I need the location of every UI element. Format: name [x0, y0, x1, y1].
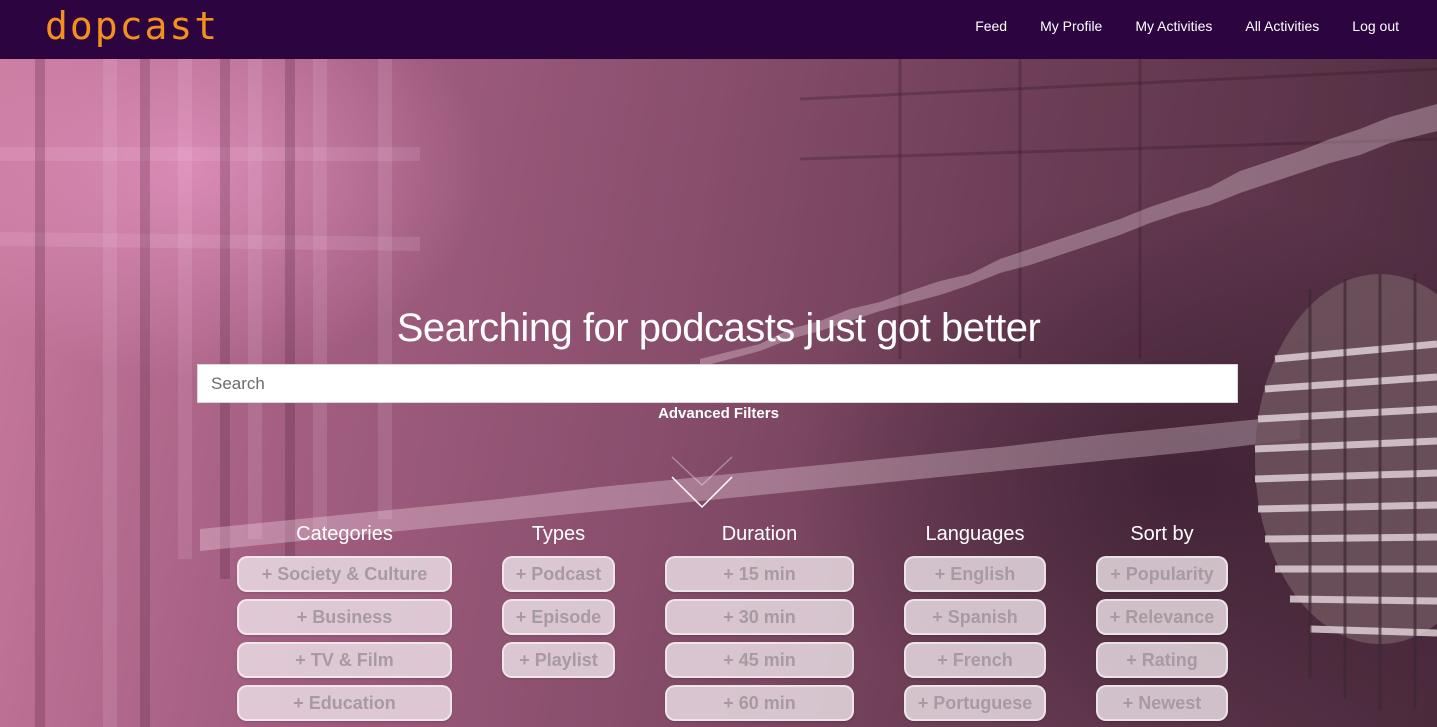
chip-label: Business — [312, 606, 393, 627]
nav-feed-link[interactable]: Feed — [975, 18, 1007, 34]
plus-icon: + — [515, 606, 527, 627]
chip-label: Portuguese — [933, 692, 1033, 713]
languages-filter-group: Languages + English + Spanish + French + Por… — [904, 523, 1046, 727]
plus-icon: + — [261, 563, 273, 584]
plus-icon: + — [917, 692, 929, 713]
chip-label: Episode — [531, 606, 602, 627]
categories-title: Categories — [296, 523, 393, 545]
chip-label: 30 min — [738, 606, 796, 627]
chip-label: French — [952, 649, 1013, 670]
language-chip-spanish[interactable]: + Spanish — [904, 599, 1046, 635]
sort-by-filter-group: Sort by + Popularity + Relevance + Rating +… — [1096, 523, 1228, 727]
sort-chip-newest[interactable]: + Newest — [1096, 685, 1228, 721]
chip-label: Playlist — [534, 649, 598, 670]
nav-log-out-link[interactable]: Log out — [1352, 18, 1399, 34]
chip-label: 60 min — [738, 692, 796, 713]
nav-all-activities-link[interactable]: All Activities — [1245, 18, 1319, 34]
plus-icon: + — [519, 649, 530, 670]
chip-label: Rating — [1141, 649, 1198, 670]
hero-headline: Searching for podcasts just got better — [396, 306, 1041, 350]
plus-icon: + — [296, 606, 308, 627]
chip-label: TV & Film — [310, 649, 394, 670]
nav-my-activities-link[interactable]: My Activities — [1135, 18, 1212, 34]
chip-label: Relevance — [1125, 606, 1215, 627]
plus-icon: + — [723, 606, 734, 627]
main-nav: Feed My Profile My Activities All Activi… — [942, 0, 1399, 52]
duration-filter-group: Duration +15 min +30 min +45 min +60 min — [665, 523, 854, 727]
plus-icon: + — [293, 692, 304, 713]
chip-label: 15 min — [738, 563, 796, 584]
chevron-down-icon[interactable] — [670, 455, 734, 511]
hero-section: Searching for podcasts just got better A… — [0, 59, 1437, 727]
duration-chip-60-min[interactable]: +60 min — [665, 685, 854, 721]
duration-chip-30-min[interactable]: +30 min — [665, 599, 854, 635]
sort-by-title: Sort by — [1130, 523, 1194, 545]
category-chip-society-culture[interactable]: + Society & Culture — [237, 556, 452, 592]
language-chip-english[interactable]: + English — [904, 556, 1046, 592]
type-chip-playlist[interactable]: + Playlist — [502, 642, 615, 678]
advanced-filters-toggle[interactable]: Advanced Filters — [0, 405, 1437, 422]
plus-icon: + — [515, 563, 527, 584]
languages-title: Languages — [925, 523, 1025, 545]
chip-label: Podcast — [531, 563, 602, 584]
plus-icon: + — [932, 606, 943, 627]
type-chip-podcast[interactable]: + Podcast — [502, 556, 615, 592]
dopcast-logo[interactable]: dopcast — [45, 4, 219, 48]
chip-label: 45 min — [738, 649, 796, 670]
nav-my-profile-link[interactable]: My Profile — [1040, 18, 1102, 34]
chip-label: English — [950, 563, 1016, 584]
sort-chip-rating[interactable]: + Rating — [1096, 642, 1228, 678]
chip-label: Society & Culture — [277, 563, 428, 584]
plus-icon: + — [723, 563, 734, 584]
plus-icon: + — [1122, 692, 1134, 713]
chip-label: Newest — [1138, 692, 1202, 713]
duration-chip-45-min[interactable]: +45 min — [665, 642, 854, 678]
plus-icon: + — [937, 649, 948, 670]
duration-chip-15-min[interactable]: +15 min — [665, 556, 854, 592]
plus-icon: + — [1126, 649, 1137, 670]
sort-chip-popularity[interactable]: + Popularity — [1096, 556, 1228, 592]
sort-chip-relevance[interactable]: + Relevance — [1096, 599, 1228, 635]
plus-icon: + — [1109, 606, 1121, 627]
plus-icon: + — [934, 563, 946, 584]
plus-icon: + — [295, 649, 306, 670]
types-title: Types — [531, 523, 586, 545]
top-navbar: dopcast Feed My Profile My Activities Al… — [0, 0, 1437, 59]
categories-filter-group: Categories + Society & Culture + Business … — [237, 523, 452, 727]
types-filter-group: Types + Podcast + Episode + Playlist — [502, 523, 615, 685]
plus-icon: + — [1110, 563, 1121, 584]
chip-label: Education — [308, 692, 396, 713]
category-chip-tv-film[interactable]: + TV & Film — [237, 642, 452, 678]
chip-label: Popularity — [1125, 563, 1214, 584]
plus-icon: + — [723, 692, 734, 713]
category-chip-education[interactable]: + Education — [237, 685, 452, 721]
chip-label: Spanish — [947, 606, 1018, 627]
language-chip-portuguese[interactable]: + Portuguese — [904, 685, 1046, 721]
plus-icon: + — [723, 649, 734, 670]
category-chip-business[interactable]: + Business — [237, 599, 452, 635]
duration-title: Duration — [721, 523, 798, 545]
language-chip-french[interactable]: + French — [904, 642, 1046, 678]
search-input[interactable] — [197, 364, 1238, 403]
type-chip-episode[interactable]: + Episode — [502, 599, 615, 635]
